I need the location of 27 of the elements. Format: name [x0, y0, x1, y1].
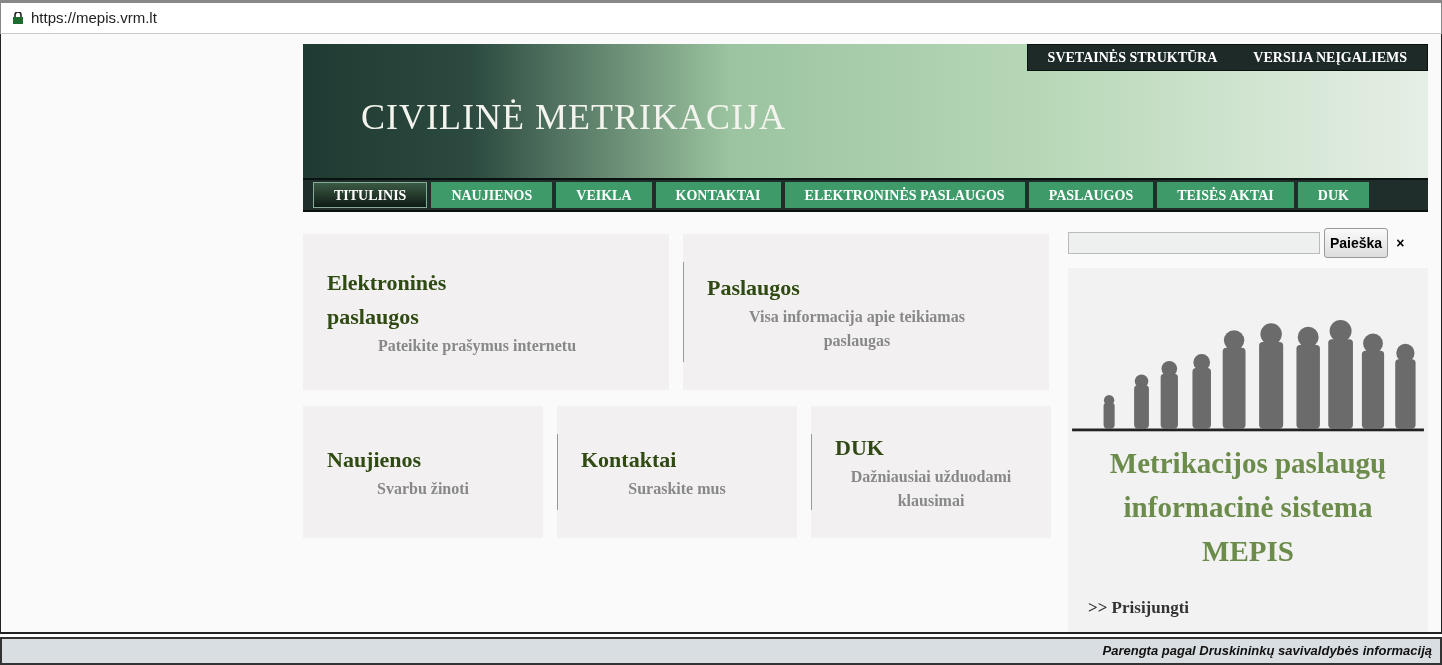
tile-card[interactable]: Naujienos Svarbu žinoti [303, 406, 543, 538]
url-text: https://mepis.vrm.lt [31, 7, 157, 28]
clear-button[interactable]: × [1392, 232, 1409, 254]
tile-title: Paslaugos [707, 274, 801, 302]
tile-subtitle: Pateikite prašymus internetu [376, 336, 578, 357]
header-link[interactable]: SVETAINĖS STRUKTŪRA [1047, 47, 1218, 68]
tile-title: DUK [835, 434, 885, 462]
tile-card[interactable]: Elektroninės paslaugos Pateikite prašymus internetu [303, 234, 669, 390]
tile-subtitle: Svarbu žinoti [376, 479, 470, 499]
tile-subtitle: Visa informacija apie teikiamas paslaugas [748, 307, 966, 352]
tile-title: Kontaktai [581, 446, 678, 474]
nav-tab[interactable]: TITULINIS [313, 182, 428, 208]
login-link[interactable]: >> Prisijungti [1088, 594, 1190, 620]
tile-title: Naujienos [327, 446, 423, 474]
tile-title: Elektroninės paslaugos [327, 269, 448, 331]
tile-card[interactable]: Paslaugos Visa informacija apie teikiamas paslaugas [683, 234, 1049, 390]
tile-subtitle: Dažniausiai užduodami klausimai [849, 467, 1013, 511]
search-field[interactable] [1068, 232, 1320, 254]
site-title: CIVILINĖ METRIKACIJA [361, 95, 786, 139]
lock-icon [13, 12, 23, 24]
search-button[interactable]: Paieška [1324, 228, 1389, 258]
tile-card[interactable]: DUK Dažniausiai užduodami klausimai [811, 406, 1051, 538]
promo-title: Metrikacijos paslaugų informacinė sistema MEPIS [1108, 446, 1388, 569]
tile-subtitle: Suraskite mus [627, 479, 727, 499]
tile-card[interactable]: Kontaktai Suraskite mus [557, 406, 797, 538]
header-link[interactable]: VERSIJA NEĮGALIEMS [1253, 47, 1407, 68]
footer-caption: Parengta pagal Druskininkų savivaldybės informaciją [1102, 642, 1432, 661]
